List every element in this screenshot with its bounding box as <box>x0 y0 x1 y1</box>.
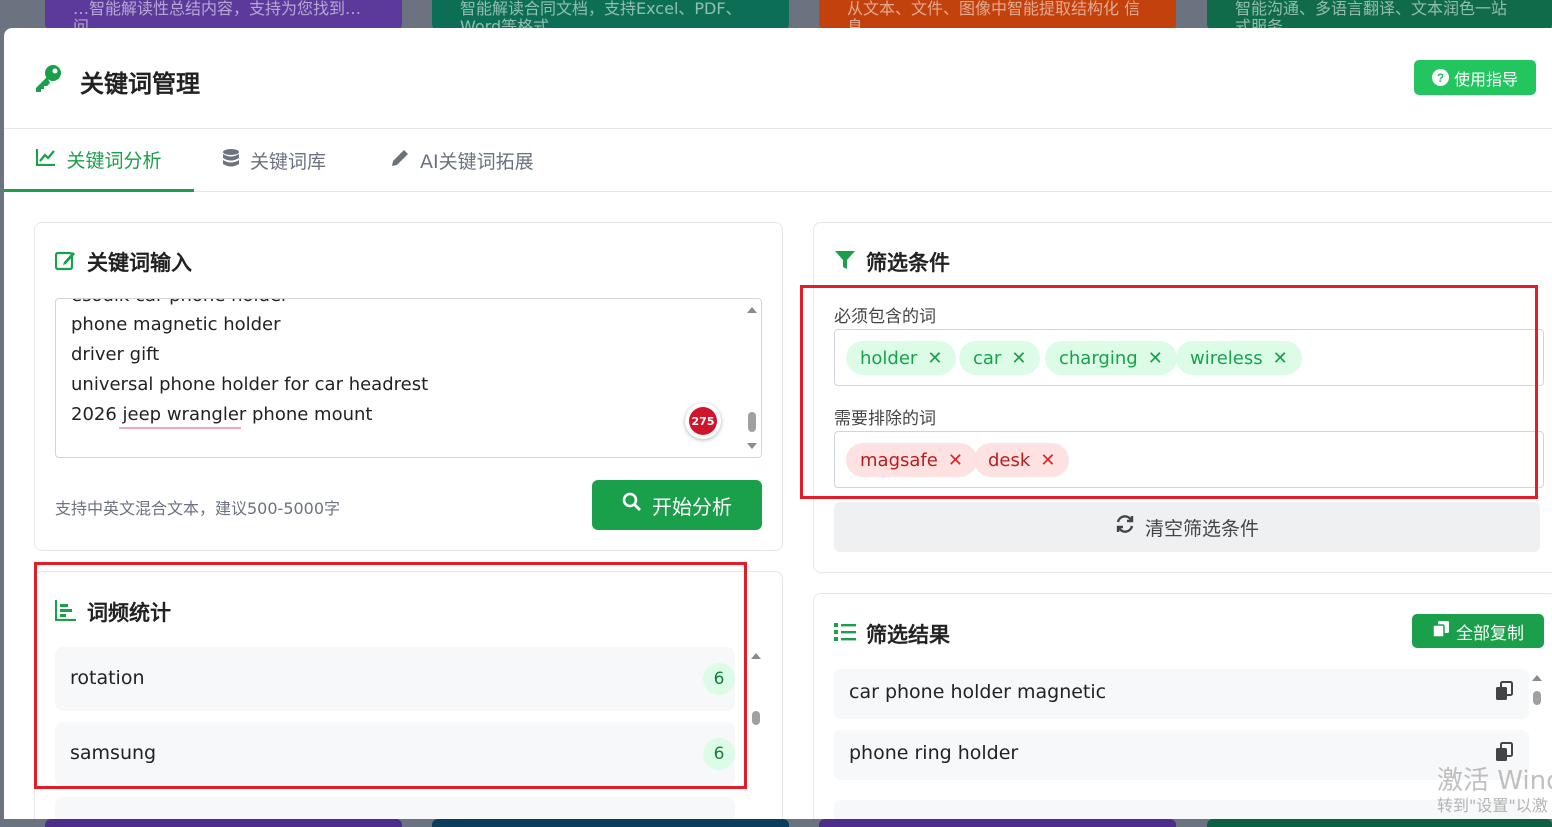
text-counter-badge[interactable]: 275 <box>685 403 721 439</box>
tab-keyword-library[interactable]: 关键词库 <box>222 129 326 192</box>
usage-guide-button[interactable]: ? 使用指导 <box>1414 60 1536 95</box>
question-icon: ? <box>1431 69 1449 86</box>
bg-card-text: 智能沟通、多语言翻译、文本润色一站 式服务 <box>1235 0 1508 30</box>
clear-filters-button[interactable]: 清空筛选条件 <box>834 502 1540 552</box>
tab-bar: 关键词分析 关键词库 AI关键词拓展 <box>4 129 1552 192</box>
bg-card-3: 从文本、文件、图像中智能提取结构化 信息 <box>819 0 1176 30</box>
textarea-scrollbar[interactable] <box>743 299 761 457</box>
copy-all-button[interactable]: 全部复制 <box>1412 614 1544 648</box>
modal-header: 关键词管理 ? 使用指导 <box>4 28 1552 129</box>
result-list-item[interactable]: car phone holder magnetic <box>834 669 1529 719</box>
textarea-line: phone magnetic holder <box>71 314 281 335</box>
pencil-icon <box>390 148 410 173</box>
textarea-line: driver gift <box>71 344 160 365</box>
spellcheck-underline <box>119 427 241 429</box>
text-counter-value: 275 <box>689 407 717 435</box>
textarea-line: esoulk car phone holder <box>71 299 288 306</box>
activation-watermark-sub: 转到"设置"以激 <box>1437 796 1548 815</box>
bg-card-bottom-3 <box>819 819 1176 827</box>
scroll-thumb[interactable] <box>1533 691 1541 705</box>
bg-card-bottom-2 <box>432 819 789 827</box>
tab-ai-keyword-expansion[interactable]: AI关键词拓展 <box>390 129 534 192</box>
result-keyword: phone ring holder <box>849 742 1019 764</box>
keyword-manager-modal: 关键词管理 ? 使用指导 关键词分析 关键词库 AI关键词拓展 关键词输入 ph… <box>4 28 1552 819</box>
tab-label: 关键词分析 <box>66 149 162 172</box>
bg-card-text: …智能解读性总结内容，支持为您找到… 问 <box>73 0 362 30</box>
bg-card-2: 智能解读合同文档，支持Excel、PDF、 Word等格式 <box>432 0 789 30</box>
bg-card-1: …智能解读性总结内容，支持为您找到… 问 <box>45 0 402 30</box>
search-icon <box>622 492 642 518</box>
input-hint: 支持中英文混合文本，建议500-5000字 <box>55 499 341 518</box>
freq-scrollbar[interactable] <box>749 647 763 819</box>
scroll-up-arrow[interactable] <box>1532 675 1542 681</box>
clear-filters-label: 清空筛选条件 <box>1144 518 1259 540</box>
start-analysis-label: 开始分析 <box>652 496 732 519</box>
highlight-frame-word-frequency <box>34 562 747 789</box>
scroll-up-arrow[interactable] <box>751 653 761 659</box>
keyword-input-title: 关键词输入 <box>54 247 192 277</box>
tab-keyword-analysis[interactable]: 关键词分析 <box>4 129 194 192</box>
textarea-line: universal phone holder for car headrest <box>71 374 429 395</box>
scroll-down-arrow[interactable] <box>747 443 757 449</box>
usage-guide-label: 使用指导 <box>1453 71 1518 89</box>
line-chart-icon <box>36 148 56 171</box>
copy-icon[interactable] <box>1494 681 1514 705</box>
bg-card-text: 从文本、文件、图像中智能提取结构化 信息 <box>847 0 1141 30</box>
modal-title: 关键词管理 <box>80 70 200 98</box>
filter-conditions-title: 筛选条件 <box>834 247 950 277</box>
highlight-frame-filter-conditions <box>800 285 1538 499</box>
edit-icon <box>54 249 77 276</box>
bg-card-bottom-1 <box>45 819 402 827</box>
result-keyword: car phone holder magnetic <box>849 681 1107 703</box>
keyword-input-title-text: 关键词输入 <box>87 251 192 275</box>
textarea-line: 2026 jeep wrangler phone mount <box>71 404 373 425</box>
keyword-textarea[interactable]: esoulk car phone holder phone magnetic h… <box>55 298 762 458</box>
keyword-input-card: 关键词输入 esoulk car phone holder phone magn… <box>34 222 783 551</box>
copy-all-label: 全部复制 <box>1456 623 1524 643</box>
freq-list-item[interactable] <box>55 797 735 819</box>
filter-results-title-text: 筛选结果 <box>866 623 950 647</box>
database-icon <box>222 148 240 173</box>
scroll-thumb[interactable] <box>748 412 756 432</box>
result-list-item[interactable]: phone ring holder <box>834 730 1529 780</box>
copy-icon <box>1432 620 1450 643</box>
refresh-icon <box>1115 514 1135 540</box>
tab-label: 关键词库 <box>250 151 327 173</box>
bg-card-text: 智能解读合同文档，支持Excel、PDF、 Word等格式 <box>460 0 742 30</box>
scroll-thumb[interactable] <box>752 711 760 725</box>
scroll-up-arrow[interactable] <box>747 307 757 313</box>
start-analysis-button[interactable]: 开始分析 <box>592 480 762 530</box>
bg-card-bottom-4 <box>1207 819 1552 827</box>
bg-card-4: 智能沟通、多语言翻译、文本润色一站 式服务 <box>1207 0 1552 30</box>
result-list-item[interactable] <box>834 800 1529 819</box>
key-icon <box>32 62 64 98</box>
filter-icon <box>834 249 856 276</box>
list-icon <box>834 622 856 647</box>
filter-results-title: 筛选结果 <box>834 619 950 649</box>
filter-conditions-title-text: 筛选条件 <box>866 251 950 275</box>
tab-label: AI关键词拓展 <box>420 151 534 173</box>
